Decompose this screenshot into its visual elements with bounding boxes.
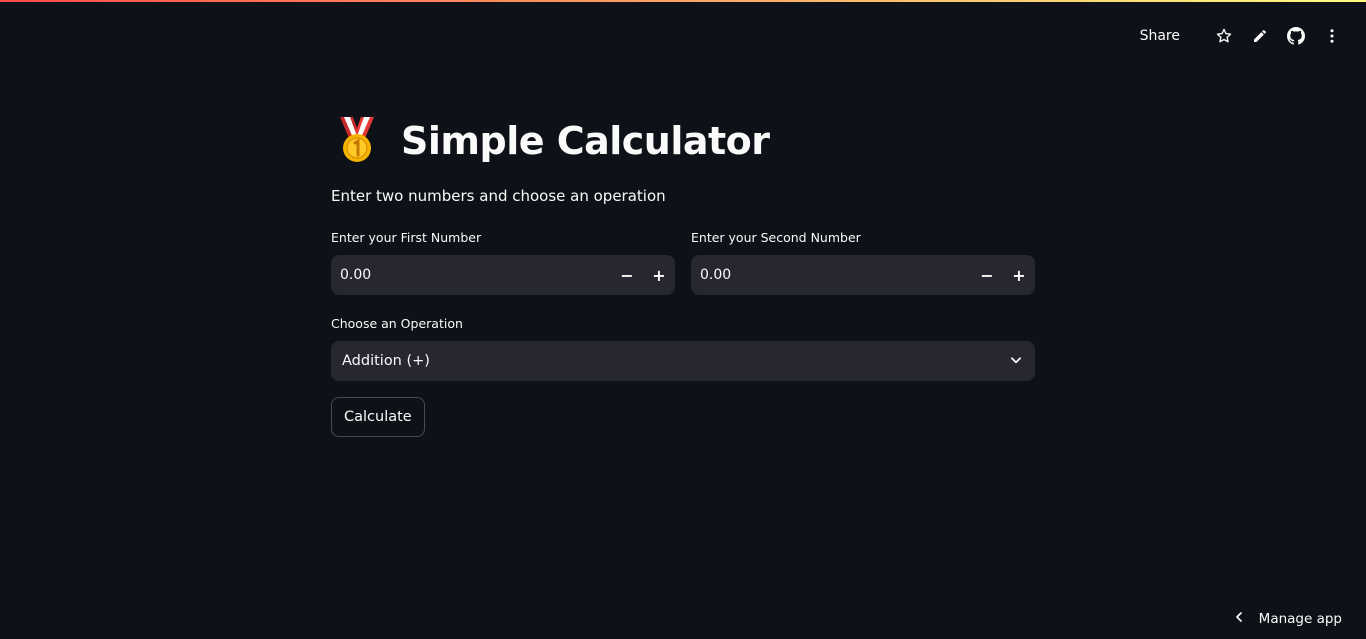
app-toolbar: Share <box>1140 22 1342 50</box>
pencil-icon[interactable] <box>1250 26 1270 46</box>
operation-field: Choose an Operation Addition (+) <box>331 315 1035 381</box>
first-number-input[interactable]: 0.00 − + <box>331 255 675 295</box>
second-number-increment-button[interactable]: + <box>1003 255 1035 295</box>
operation-select[interactable]: Addition (+) <box>331 341 1035 381</box>
first-number-field: Enter your First Number 0.00 − + <box>331 229 675 295</box>
top-decoration-bar <box>0 0 1366 2</box>
share-button[interactable]: Share <box>1140 28 1180 44</box>
operation-selected-value: Addition (+) <box>342 353 430 369</box>
first-number-decrement-button[interactable]: − <box>611 255 643 295</box>
first-number-label: Enter your First Number <box>331 230 482 245</box>
page-subtitle: Enter two numbers and choose an operatio… <box>331 187 666 205</box>
number-inputs-row: Enter your First Number 0.00 − + Enter y… <box>331 229 1035 295</box>
main-content: Simple Calculator Enter two numbers and … <box>331 112 1035 437</box>
second-number-value[interactable]: 0.00 <box>691 267 971 283</box>
github-icon[interactable] <box>1286 26 1306 46</box>
manage-app-button[interactable]: Manage app <box>1233 611 1342 627</box>
second-number-field: Enter your Second Number 0.00 − + <box>691 229 1035 295</box>
operation-label: Choose an Operation <box>331 316 463 331</box>
first-number-increment-button[interactable]: + <box>643 255 675 295</box>
second-number-label: Enter your Second Number <box>691 230 861 245</box>
manage-app-label: Manage app <box>1258 611 1342 627</box>
chevron-left-icon <box>1233 611 1259 627</box>
page-header: Simple Calculator <box>331 112 1035 170</box>
kebab-menu-icon[interactable] <box>1322 26 1342 46</box>
first-number-value[interactable]: 0.00 <box>331 267 611 283</box>
second-number-decrement-button[interactable]: − <box>971 255 1003 295</box>
chevron-down-icon <box>1009 352 1023 371</box>
second-number-input[interactable]: 0.00 − + <box>691 255 1035 295</box>
page-title: Simple Calculator <box>401 119 770 163</box>
calculate-button[interactable]: Calculate <box>331 397 425 437</box>
medal-icon <box>331 113 401 169</box>
star-icon[interactable] <box>1214 26 1234 46</box>
